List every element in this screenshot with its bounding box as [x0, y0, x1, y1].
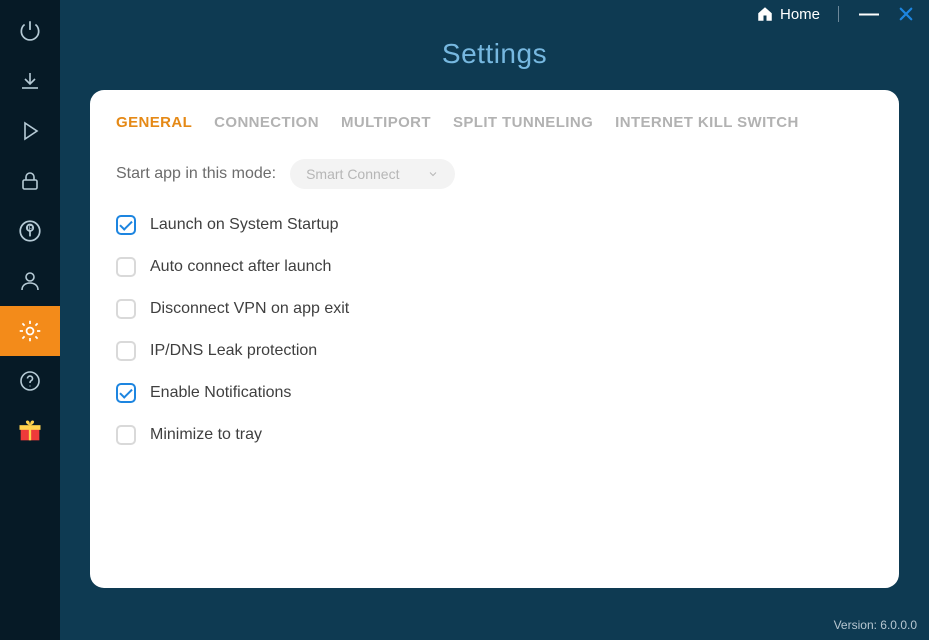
minimize-button[interactable]: — — [853, 4, 885, 24]
option-notifications[interactable]: Enable Notifications — [116, 383, 879, 403]
checkbox-disconnect_exit[interactable] — [116, 299, 136, 319]
settings-tabs: GENERAL CONNECTION MULTIPORT SPLIT TUNNELIN… — [116, 114, 879, 131]
option-label: Disconnect VPN on app exit — [150, 300, 349, 318]
gear-icon — [17, 318, 43, 344]
start-mode-row: Start app in this mode: Smart Connect — [116, 159, 879, 189]
sidebar-item-stream[interactable] — [0, 106, 60, 156]
chevron-down-icon — [427, 168, 439, 180]
sidebar-item-power[interactable] — [0, 6, 60, 56]
option-label: IP/DNS Leak protection — [150, 342, 317, 360]
start-mode-label: Start app in this mode: — [116, 165, 276, 183]
checkbox-minimize_tray[interactable] — [116, 425, 136, 445]
sidebar-item-settings[interactable] — [0, 306, 60, 356]
home-icon — [756, 5, 774, 23]
checkbox-leak_protection[interactable] — [116, 341, 136, 361]
sidebar-item-download[interactable] — [0, 56, 60, 106]
gift-icon — [16, 417, 44, 445]
sidebar-item-profile[interactable] — [0, 256, 60, 306]
power-icon — [17, 18, 43, 44]
option-label: Enable Notifications — [150, 384, 291, 402]
page-title: Settings — [60, 38, 929, 70]
ip-shield-icon: IP — [17, 218, 43, 244]
tab-split[interactable]: SPLIT TUNNELING — [453, 114, 593, 131]
sidebar-item-ip[interactable]: IP — [0, 206, 60, 256]
lock-icon — [18, 169, 42, 193]
person-icon — [18, 269, 42, 293]
sidebar-item-gift[interactable] — [0, 406, 60, 456]
start-mode-value: Smart Connect — [306, 166, 399, 182]
close-button[interactable] — [893, 5, 919, 23]
close-icon — [897, 5, 915, 23]
home-label: Home — [780, 6, 820, 23]
start-mode-select[interactable]: Smart Connect — [290, 159, 455, 189]
home-button[interactable]: Home — [756, 5, 820, 23]
tab-general[interactable]: GENERAL — [116, 114, 192, 131]
sidebar-item-help[interactable] — [0, 356, 60, 406]
version-label: Version: 6.0.0.0 — [834, 618, 917, 632]
option-launch_startup[interactable]: Launch on System Startup — [116, 215, 879, 235]
option-auto_connect[interactable]: Auto connect after launch — [116, 257, 879, 277]
option-label: Minimize to tray — [150, 426, 262, 444]
option-label: Launch on System Startup — [150, 216, 339, 234]
option-minimize_tray[interactable]: Minimize to tray — [116, 425, 879, 445]
sidebar-item-lock[interactable] — [0, 156, 60, 206]
option-label: Auto connect after launch — [150, 258, 331, 276]
play-icon — [18, 119, 42, 143]
help-icon — [18, 369, 42, 393]
settings-card: GENERAL CONNECTION MULTIPORT SPLIT TUNNELIN… — [90, 90, 899, 588]
main-panel: Home — Settings GENERAL CONNECTION MULTIPO… — [60, 0, 929, 640]
topbar: Home — — [60, 0, 929, 28]
topbar-separator — [838, 6, 839, 22]
tab-connection[interactable]: CONNECTION — [214, 114, 319, 131]
sidebar: IP — [0, 0, 60, 640]
checkbox-launch_startup[interactable] — [116, 215, 136, 235]
general-options-list: Launch on System Startup Auto connect aft… — [116, 215, 879, 445]
option-disconnect_exit[interactable]: Disconnect VPN on app exit — [116, 299, 879, 319]
option-leak_protection[interactable]: IP/DNS Leak protection — [116, 341, 879, 361]
checkbox-auto_connect[interactable] — [116, 257, 136, 277]
tab-killswitch[interactable]: INTERNET KILL SWITCH — [615, 114, 799, 131]
svg-text:IP: IP — [27, 225, 33, 232]
tab-multiport[interactable]: MULTIPORT — [341, 114, 431, 131]
checkbox-notifications[interactable] — [116, 383, 136, 403]
download-icon — [18, 69, 42, 93]
